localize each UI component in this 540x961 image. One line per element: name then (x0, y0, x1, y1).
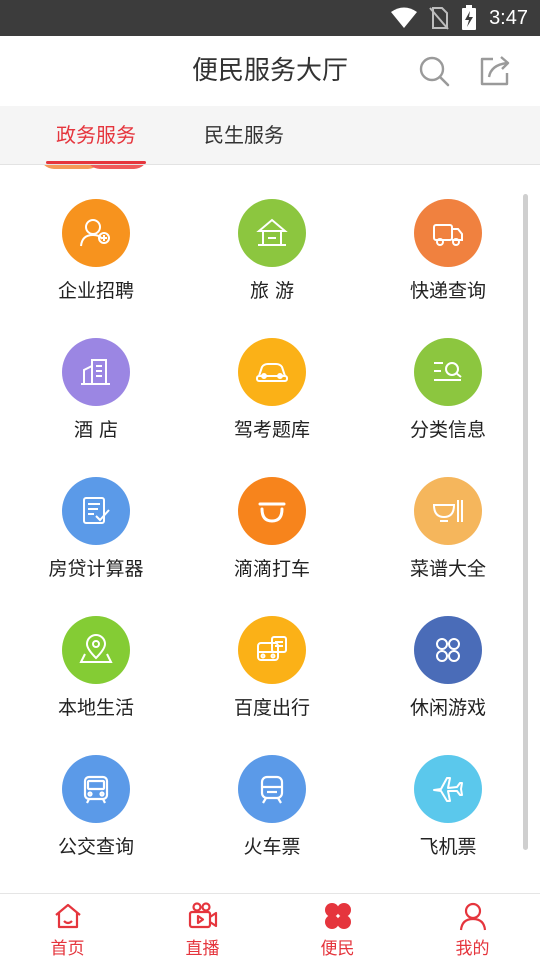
service-label: 公交查询 (57, 836, 134, 858)
bus-icon (62, 755, 130, 823)
service-item-recruitment[interactable]: 企业招聘 (8, 199, 184, 303)
service-item-hotel[interactable]: 酒 店 (8, 338, 184, 442)
clock-time: 3:47 (489, 6, 528, 29)
user-icon (459, 902, 486, 931)
scrolled-item-edge (86, 165, 148, 169)
clover-grid-icon (414, 616, 482, 684)
person-add-icon (62, 199, 130, 267)
service-item-driving-test[interactable]: 驾考题库 (184, 338, 360, 442)
nav-label: 直播 (185, 939, 220, 959)
delivery-truck-icon (414, 199, 482, 267)
bowl-utensils-icon (414, 477, 482, 545)
service-item-express-tracking[interactable]: 快递查询 (360, 199, 536, 303)
bus-front-icon (238, 616, 306, 684)
tab-label: 民生服务 (204, 123, 284, 147)
status-bar: 3:47 (0, 0, 540, 36)
service-label: 房贷计算器 (48, 558, 144, 580)
service-label: 驾考题库 (233, 419, 310, 441)
nav-item-convenience[interactable]: 便民 (270, 894, 405, 961)
map-pin-icon (62, 616, 130, 684)
no-sim-icon (429, 7, 449, 30)
tab-government-services[interactable]: 政务服务 (46, 106, 146, 164)
status-icons: 3:47 (391, 0, 528, 36)
nav-label: 便民 (320, 939, 355, 959)
car-icon (238, 338, 306, 406)
nav-label: 我的 (455, 939, 490, 959)
services-content: 企业招聘 旅 游 快递查询 酒 店 驾考题库 分类信息 房贷计算器 滴滴打车 菜… (0, 165, 540, 893)
clover-icon (324, 903, 351, 929)
service-label: 酒 店 (73, 419, 119, 441)
share-icon[interactable] (477, 53, 513, 89)
nav-label: 首页 (50, 939, 85, 959)
service-item-casual-games[interactable]: 休闲游戏 (360, 616, 536, 720)
document-check-icon (62, 477, 130, 545)
service-label: 飞机票 (419, 836, 477, 858)
service-label: 旅 游 (249, 280, 295, 302)
nav-item-home[interactable]: 首页 (0, 894, 135, 961)
service-item-bus-query[interactable]: 公交查询 (8, 755, 184, 859)
service-item-local-life[interactable]: 本地生活 (8, 616, 184, 720)
service-label: 百度出行 (233, 697, 310, 719)
service-item-travel[interactable]: 旅 游 (184, 199, 360, 303)
service-label: 火车票 (243, 836, 301, 858)
train-icon (238, 755, 306, 823)
service-label: 分类信息 (409, 419, 486, 441)
service-label: 本地生活 (57, 697, 134, 719)
list-search-icon (414, 338, 482, 406)
app-header: 便民服务大厅 (0, 36, 540, 107)
wifi-icon (391, 7, 418, 28)
service-label: 滴滴打车 (233, 558, 310, 580)
page-title: 便民服务大厅 (191, 56, 348, 86)
service-item-recipes[interactable]: 菜谱大全 (360, 477, 536, 581)
battery-charging-icon (462, 5, 477, 30)
service-item-classifieds[interactable]: 分类信息 (360, 338, 536, 442)
search-icon[interactable] (416, 53, 452, 89)
bottom-navigation: 首页 直播 便民 我的 (0, 893, 540, 961)
scrollbar[interactable] (523, 194, 528, 850)
pavilion-icon (238, 199, 306, 267)
service-label: 企业招聘 (57, 280, 134, 302)
service-label: 菜谱大全 (409, 558, 486, 580)
tab-livelihood-services[interactable]: 民生服务 (194, 106, 294, 164)
tab-label: 政务服务 (56, 123, 136, 147)
service-item-baidu-travel[interactable]: 百度出行 (184, 616, 360, 720)
airplane-icon (414, 755, 482, 823)
service-item-flight-tickets[interactable]: 飞机票 (360, 755, 536, 859)
nav-item-profile[interactable]: 我的 (405, 894, 540, 961)
service-item-didi-taxi[interactable]: 滴滴打车 (184, 477, 360, 581)
video-camera-icon (188, 902, 217, 929)
service-label: 快递查询 (409, 280, 486, 302)
home-icon (54, 903, 81, 929)
building-icon (62, 338, 130, 406)
nav-item-live[interactable]: 直播 (135, 894, 270, 961)
service-label: 休闲游戏 (409, 697, 486, 719)
category-tabs: 政务服务 民生服务 (0, 106, 540, 165)
active-tab-indicator (46, 161, 146, 164)
didi-icon (238, 477, 306, 545)
service-item-mortgage-calculator[interactable]: 房贷计算器 (8, 477, 184, 581)
service-item-train-tickets[interactable]: 火车票 (184, 755, 360, 859)
services-grid: 企业招聘 旅 游 快递查询 酒 店 驾考题库 分类信息 房贷计算器 滴滴打车 菜… (8, 199, 524, 859)
